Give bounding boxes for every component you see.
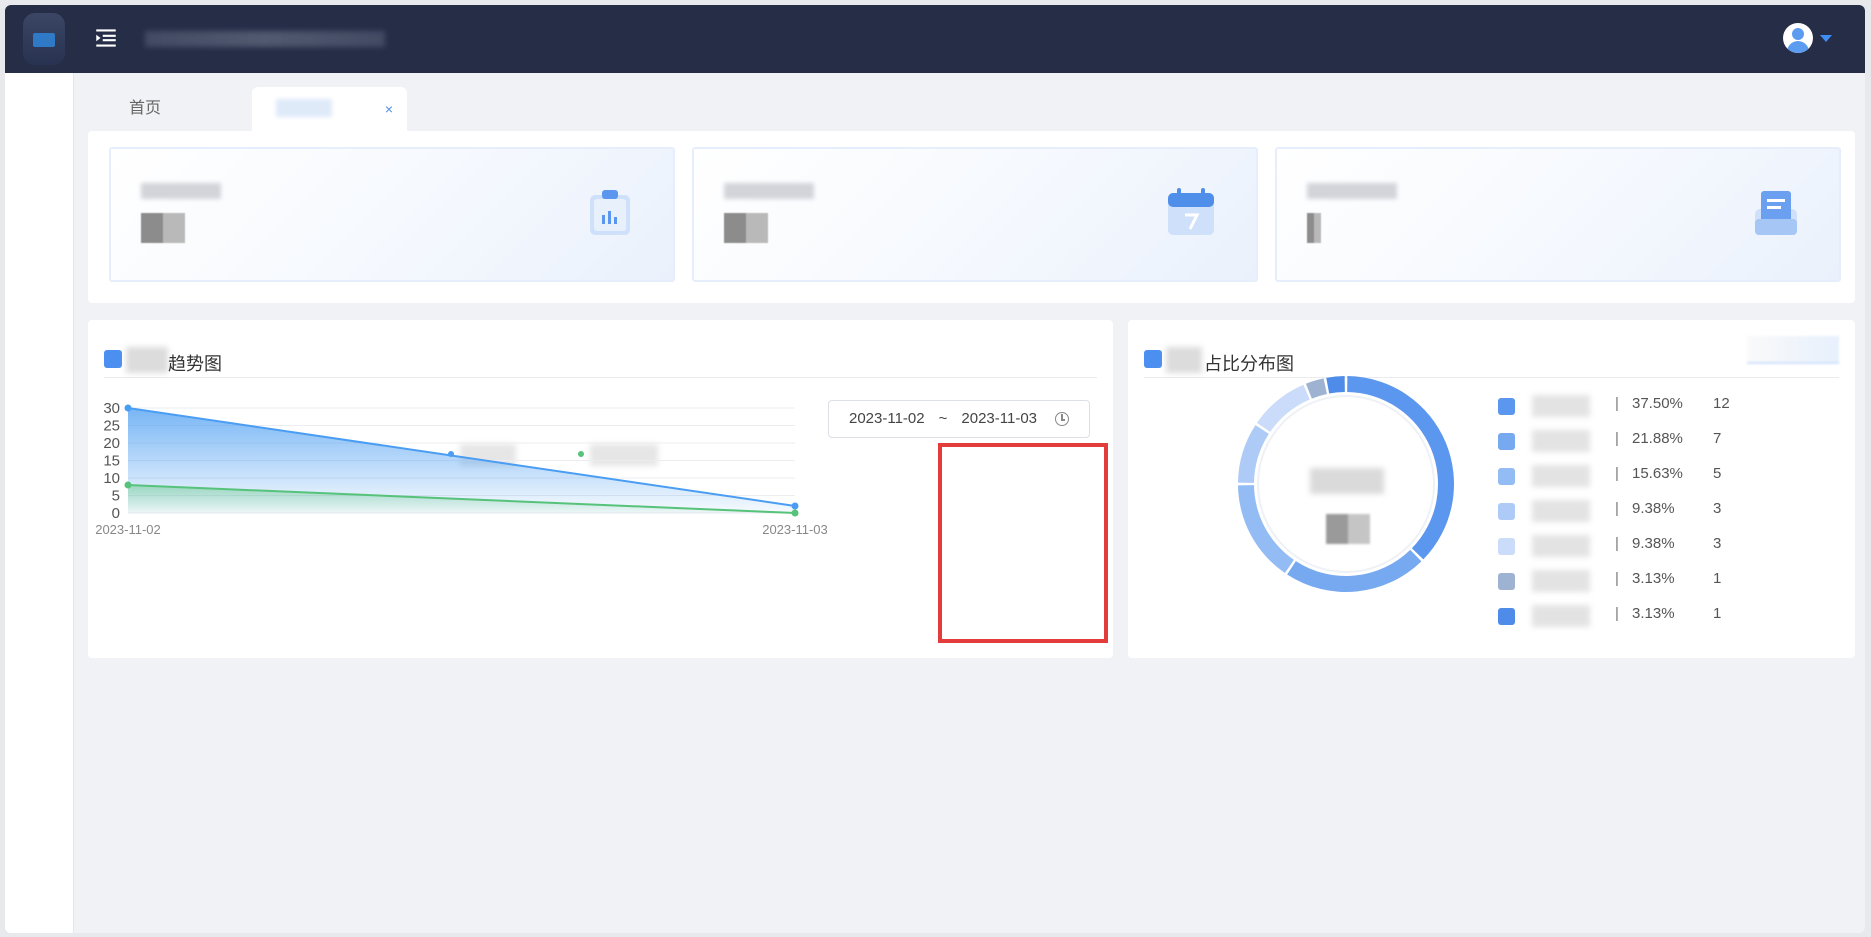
- y-tick-label: 20: [103, 435, 120, 452]
- stat-label-redacted: [1307, 183, 1397, 199]
- stat-value-redacted: [724, 213, 768, 243]
- legend-swatch: [1498, 398, 1515, 415]
- stat-value-redacted: [1307, 213, 1321, 243]
- x-tick-label: 2023-11-02: [95, 522, 161, 537]
- legend-swatch: [1498, 573, 1515, 590]
- y-tick-label: 25: [103, 418, 120, 435]
- data-point[interactable]: [124, 481, 132, 489]
- legend-percent: 3.13%: [1632, 605, 1675, 622]
- y-tick-label: 5: [112, 488, 120, 505]
- stat-card: [692, 147, 1258, 282]
- legend-item[interactable]: | 3.13% 1: [1498, 604, 1818, 628]
- legend-item[interactable]: | 15.63% 5: [1498, 464, 1818, 488]
- legend-item[interactable]: | 9.38% 3: [1498, 499, 1818, 523]
- tab-home[interactable]: 首页: [93, 87, 213, 131]
- pie-slice[interactable]: [1305, 378, 1327, 399]
- legend-divider: |: [1615, 500, 1619, 517]
- legend-name-redacted: [1532, 535, 1590, 557]
- app-logo[interactable]: [23, 13, 65, 65]
- data-point[interactable]: [124, 404, 132, 412]
- stat-cards: [88, 131, 1855, 303]
- legend-divider: |: [1615, 395, 1619, 412]
- close-icon[interactable]: ×: [385, 87, 393, 131]
- legend-name-redacted: [1532, 395, 1590, 417]
- chevron-down-icon[interactable]: [1820, 35, 1832, 42]
- stat-card: [1275, 147, 1841, 282]
- x-tick-label: 2023-11-03: [762, 522, 828, 537]
- top-navbar: [5, 5, 1865, 73]
- document-icon: [1755, 191, 1797, 235]
- distribution-chart-panel: 占比分布图 | 37.50% 12 | 21.88% 7 | 15.63% 5 | 9.38% 3 | 9…: [1128, 320, 1855, 658]
- legend-count: 3: [1713, 500, 1722, 517]
- pie-slice[interactable]: [1326, 376, 1345, 394]
- legend-count: 3: [1713, 535, 1722, 552]
- legend-item[interactable]: | 21.88% 7: [1498, 429, 1818, 453]
- legend-name-redacted: [1532, 500, 1590, 522]
- legend-divider: |: [1615, 430, 1619, 447]
- donut-center-label-redacted: [1310, 468, 1384, 494]
- app-window: 首页 × 趋势图 2023-11-02 ~ 2023-11-03 0 5 10 …: [5, 5, 1865, 933]
- legend-divider: |: [1615, 465, 1619, 482]
- calendar-icon: [1168, 188, 1214, 235]
- stat-label-redacted: [724, 183, 814, 199]
- legend-percent: 15.63%: [1632, 465, 1683, 482]
- legend-item[interactable]: | 37.50% 12: [1498, 394, 1818, 418]
- legend-percent: 21.88%: [1632, 430, 1683, 447]
- legend-name-redacted: [1532, 570, 1590, 592]
- legend-swatch: [1498, 538, 1515, 555]
- user-avatar[interactable]: [1783, 23, 1813, 53]
- tab-current-label-redacted: [276, 99, 332, 117]
- y-tick-label: 15: [103, 453, 120, 470]
- legend-count: 12: [1713, 395, 1730, 412]
- legend-divider: |: [1615, 605, 1619, 622]
- y-tick-label: 30: [103, 400, 120, 417]
- legend-percent: 9.38%: [1632, 535, 1675, 552]
- legend-count: 7: [1713, 430, 1722, 447]
- legend-count: 5: [1713, 465, 1722, 482]
- legend-percent: 37.50%: [1632, 395, 1683, 412]
- data-point[interactable]: [791, 509, 799, 517]
- legend-divider: |: [1615, 570, 1619, 587]
- tab-home-label: 首页: [129, 100, 162, 117]
- legend-item[interactable]: | 3.13% 1: [1498, 569, 1818, 593]
- tab-current[interactable]: ×: [252, 87, 407, 131]
- legend-swatch: [1498, 468, 1515, 485]
- legend-divider: |: [1615, 535, 1619, 552]
- annotation-highlight-box: [938, 443, 1108, 643]
- clipboard-chart-icon: [590, 190, 630, 235]
- stat-label-redacted: [141, 183, 221, 199]
- app-title-redacted: [145, 31, 385, 47]
- legend-count: 1: [1713, 570, 1722, 587]
- legend-percent: 3.13%: [1632, 570, 1675, 587]
- legend-item[interactable]: | 9.38% 3: [1498, 534, 1818, 558]
- stat-card: [109, 147, 675, 282]
- menu-fold-icon[interactable]: [93, 25, 119, 51]
- legend-name-redacted: [1532, 465, 1590, 487]
- y-tick-label: 0: [112, 505, 120, 522]
- y-tick-label: 10: [103, 470, 120, 487]
- stat-value-redacted: [141, 213, 185, 243]
- sidebar: [5, 73, 74, 933]
- legend-swatch: [1498, 608, 1515, 625]
- legend-name-redacted: [1532, 605, 1590, 627]
- legend-swatch: [1498, 433, 1515, 450]
- legend-swatch: [1498, 503, 1515, 520]
- legend-count: 1: [1713, 605, 1722, 622]
- data-point[interactable]: [791, 502, 799, 510]
- legend-percent: 9.38%: [1632, 500, 1675, 517]
- legend-name-redacted: [1532, 430, 1590, 452]
- donut-center-value-redacted: [1326, 514, 1370, 544]
